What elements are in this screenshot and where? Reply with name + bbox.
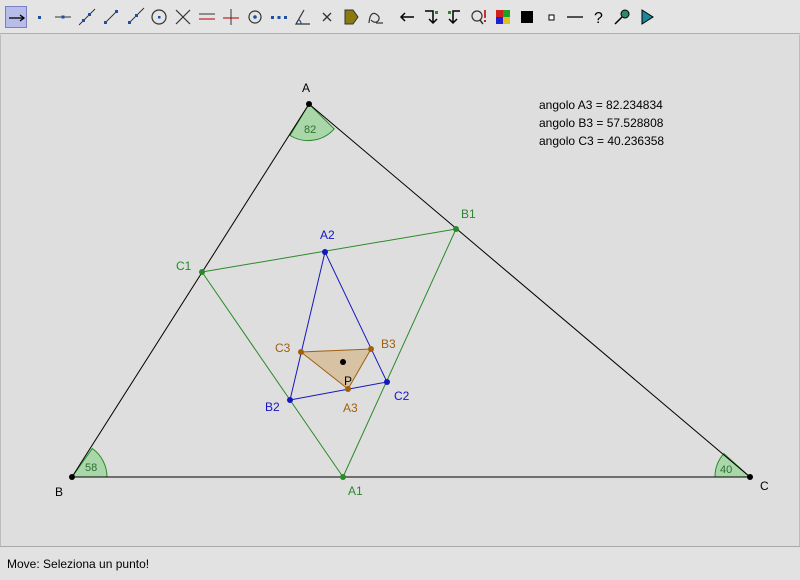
- point-a1[interactable]: [340, 474, 346, 480]
- point-c3[interactable]: [298, 349, 304, 355]
- parallel-tool[interactable]: [196, 6, 218, 28]
- step-forward-tool[interactable]: [420, 6, 442, 28]
- dotted-line-icon: [271, 16, 287, 19]
- label-a1: A1: [348, 484, 363, 498]
- ray-tool[interactable]: [124, 6, 146, 28]
- label-c1: C1: [176, 259, 192, 273]
- intersect-tool[interactable]: [172, 6, 194, 28]
- svg-text:?: ?: [594, 10, 603, 27]
- fill-tool[interactable]: [340, 6, 362, 28]
- parallel-icon: [199, 13, 215, 20]
- point-c[interactable]: [747, 474, 753, 480]
- label-p: P: [344, 374, 352, 388]
- angle-label-b: 58: [85, 462, 97, 474]
- angle-label-c: 40: [720, 464, 732, 476]
- label-a: A: [302, 81, 310, 95]
- ray-icon: [128, 7, 145, 24]
- label-b: B: [55, 485, 63, 499]
- line-icon: [78, 8, 96, 26]
- label-a2: A2: [320, 228, 335, 242]
- label-c3: C3: [275, 341, 291, 355]
- dash-line-icon: [567, 16, 583, 18]
- circle-center-icon: [248, 10, 262, 24]
- black-square-icon: [521, 11, 533, 23]
- measure-tool[interactable]: [612, 6, 634, 28]
- delete-tool[interactable]: [316, 6, 338, 28]
- polygon-tool[interactable]: [268, 6, 290, 28]
- geometry-svg: 82 58 40 A B C A1 B1 C1 A2 B2 C2 A3 B3 C…: [55, 81, 769, 499]
- status-bar: Move: Seleziona un punto!: [0, 546, 800, 580]
- line-tool[interactable]: [76, 6, 98, 28]
- thick-tool[interactable]: [516, 6, 538, 28]
- help-tool[interactable]: ?: [588, 6, 610, 28]
- perpendicular-icon: [223, 9, 239, 25]
- move-tool[interactable]: [5, 6, 27, 28]
- perpendicular-tool[interactable]: [220, 6, 242, 28]
- toolbar: ?: [0, 0, 800, 34]
- point-c2[interactable]: [384, 379, 390, 385]
- color-tool[interactable]: [492, 6, 514, 28]
- question-icon: ?: [594, 10, 603, 27]
- point-icon: [38, 16, 41, 19]
- locus-tool[interactable]: [364, 6, 386, 28]
- fill-icon: [344, 9, 359, 25]
- point-a2[interactable]: [322, 249, 328, 255]
- locus-icon: [368, 12, 383, 24]
- color-palette-icon: [496, 10, 510, 24]
- play-icon: [641, 9, 654, 25]
- status-text: Move: Seleziona un punto!: [7, 557, 150, 571]
- check-tool[interactable]: [468, 6, 490, 28]
- delete-x-icon: [322, 12, 332, 22]
- point-style-tool[interactable]: [540, 6, 562, 28]
- play-tool[interactable]: [636, 6, 658, 28]
- angle-icon: [294, 9, 310, 25]
- angle-tool[interactable]: [292, 6, 314, 28]
- angle-label-a: 82: [304, 124, 316, 136]
- step-left-icon: [448, 10, 460, 25]
- info-angle-b3: angolo B3 = 57.528808: [539, 116, 664, 130]
- info-angle-c3: angolo C3 = 40.236358: [539, 134, 664, 148]
- intersect-icon: [175, 9, 191, 25]
- label-b2: B2: [265, 400, 280, 414]
- measure-icon: [614, 9, 630, 25]
- point-c1[interactable]: [199, 269, 205, 275]
- circle-icon: [151, 9, 167, 25]
- label-a3: A3: [343, 401, 358, 415]
- point-b[interactable]: [69, 474, 75, 480]
- point-b3[interactable]: [368, 346, 374, 352]
- label-b3: B3: [381, 337, 396, 351]
- point-b2[interactable]: [287, 397, 293, 403]
- circle-tool[interactable]: [148, 6, 170, 28]
- label-b1: B1: [461, 207, 476, 221]
- point-on-line-tool[interactable]: [52, 6, 74, 28]
- line-style-tool[interactable]: [564, 6, 586, 28]
- circle-center-tool[interactable]: [244, 6, 266, 28]
- left-arrow-icon: [399, 12, 414, 22]
- step-right-icon: [425, 10, 438, 25]
- point-p[interactable]: [340, 359, 346, 365]
- point-a[interactable]: [306, 101, 312, 107]
- small-square-icon: [548, 14, 555, 21]
- move-arrow-icon: [9, 14, 26, 22]
- point-tool[interactable]: [28, 6, 50, 28]
- label-c2: C2: [394, 389, 410, 403]
- step-back-tool[interactable]: [444, 6, 466, 28]
- triangle-abc[interactable]: [71, 103, 752, 478]
- drawing-canvas[interactable]: 82 58 40 A B C A1 B1 C1 A2 B2 C2 A3 B3 C…: [0, 35, 800, 546]
- label-c: C: [760, 479, 769, 493]
- info-angle-a3: angolo A3 = 82.234834: [539, 98, 663, 112]
- check-property-icon: [471, 10, 486, 25]
- segment-icon: [104, 10, 118, 24]
- segment-tool[interactable]: [100, 6, 122, 28]
- back-tool[interactable]: [396, 6, 418, 28]
- point-b1[interactable]: [453, 226, 459, 232]
- triangle-a3b3c3[interactable]: [299, 348, 372, 390]
- point-on-line-icon: [55, 15, 71, 19]
